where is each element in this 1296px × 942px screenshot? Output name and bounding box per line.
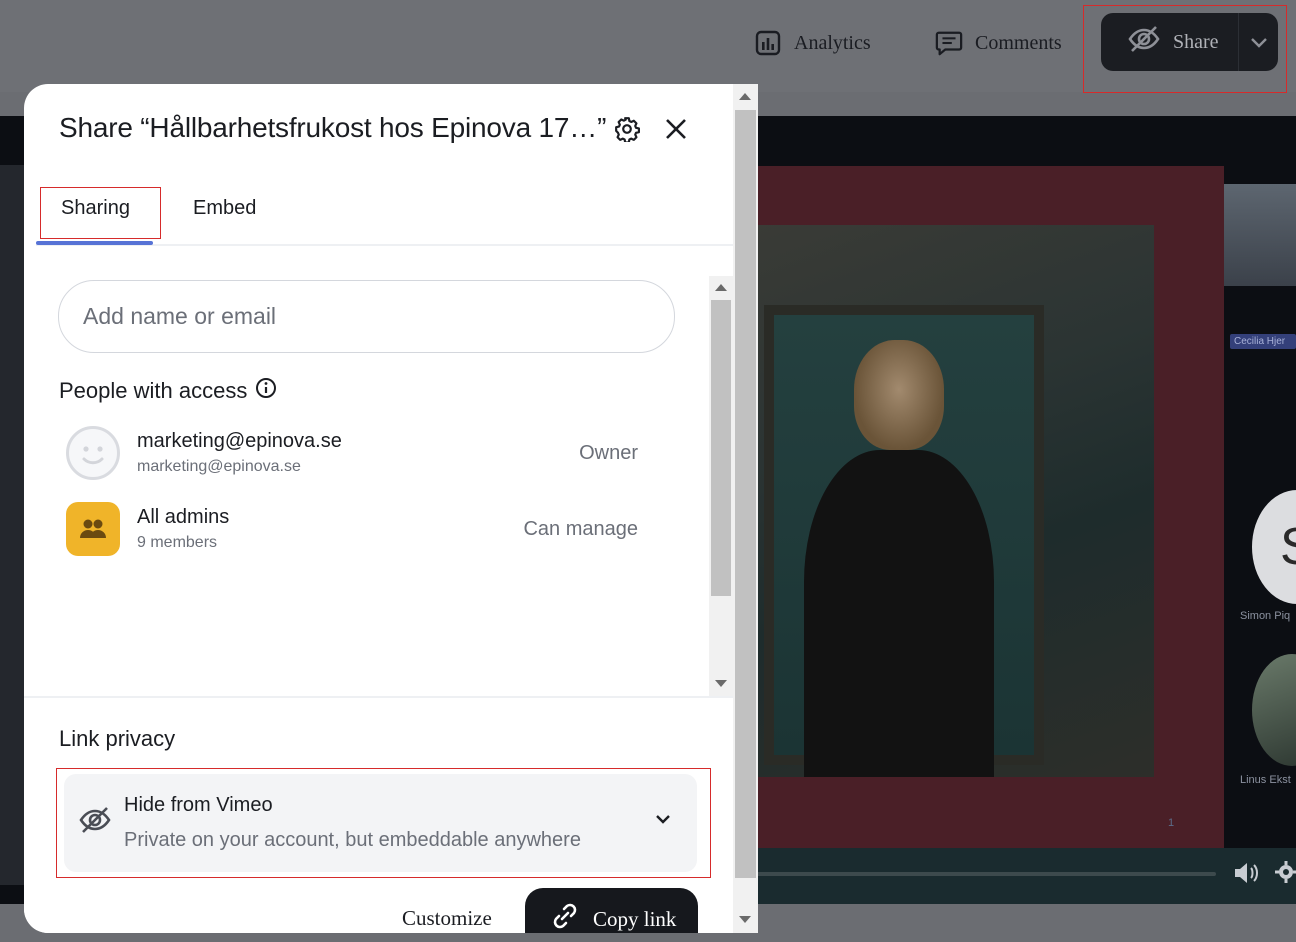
scrollbar-thumb[interactable]	[735, 110, 756, 878]
share-label: Share	[1173, 30, 1219, 53]
access-row-owner: marketing@epinova.se marketing@epinova.s…	[66, 426, 656, 482]
group-role-dropdown[interactable]: Can manage	[523, 518, 638, 541]
privacy-option-description: Private on your account, but embeddable …	[124, 829, 581, 851]
info-icon[interactable]	[255, 377, 277, 405]
link-icon	[549, 900, 581, 933]
eye-slash-icon	[78, 805, 112, 840]
people-panel: People with access marketing@epinova.se …	[24, 276, 733, 696]
active-tab-indicator	[36, 241, 153, 245]
group-avatar	[66, 502, 120, 556]
scroll-up-arrow[interactable]	[739, 93, 751, 100]
smiley-avatar-icon	[82, 446, 104, 465]
participant-name-chip: Cecilia Hjer	[1230, 334, 1296, 349]
participant-avatar-initial: S	[1252, 490, 1296, 604]
share-dialog: Share “Hållbarhetsfrukost hos Epinova 17…	[24, 84, 758, 933]
eye-slash-icon	[1127, 24, 1161, 60]
copy-link-button[interactable]: Copy link	[525, 888, 698, 933]
link-privacy-section: Link privacy Hide from Vimeo Private on …	[24, 696, 733, 933]
player-left-edge	[0, 165, 26, 885]
access-row-admins: All admins 9 members Can manage	[66, 502, 656, 558]
comments-icon	[935, 29, 963, 57]
dialog-tabs: Sharing Embed	[36, 184, 733, 246]
copy-link-label: Copy link	[593, 906, 677, 931]
dialog-scrollbar[interactable]	[733, 84, 758, 933]
share-button[interactable]: Share	[1101, 13, 1278, 71]
analytics-icon	[754, 29, 782, 57]
progress-bar[interactable]	[740, 872, 1216, 876]
people-scrollbar[interactable]	[709, 276, 733, 696]
volume-icon[interactable]	[1232, 860, 1260, 891]
scrollbar-thumb[interactable]	[711, 300, 731, 596]
customize-button[interactable]: Customize	[402, 906, 492, 931]
people-with-access-heading: People with access	[59, 377, 277, 405]
link-privacy-heading: Link privacy	[59, 726, 176, 751]
analytics-button[interactable]: Analytics	[754, 28, 871, 58]
privacy-option-label: Hide from Vimeo	[124, 794, 273, 816]
tab-embed[interactable]: Embed	[193, 197, 256, 220]
chevron-down-icon	[1250, 31, 1268, 54]
share-main-action[interactable]: Share	[1101, 13, 1238, 71]
player-settings-icon[interactable]	[1274, 860, 1296, 889]
group-name: All admins	[137, 506, 230, 528]
group-members-count: 9 members	[137, 534, 218, 551]
share-dropdown-toggle[interactable]	[1239, 31, 1278, 54]
chevron-down-icon	[654, 812, 672, 830]
add-name-or-email-input[interactable]	[58, 280, 675, 353]
privacy-select[interactable]: Hide from Vimeo Private on your account,…	[64, 774, 697, 872]
scroll-up-arrow[interactable]	[715, 284, 727, 291]
tab-sharing[interactable]: Sharing	[61, 197, 130, 220]
gear-icon	[614, 116, 640, 147]
group-icon	[80, 519, 106, 538]
slide-number: 1	[1168, 817, 1175, 829]
dialog-settings-button[interactable]	[612, 116, 642, 146]
dialog-title: Share “Hållbarhetsfrukost hos Epinova 17…	[59, 112, 607, 143]
participant-name-3: Linus Ekst	[1240, 774, 1291, 786]
person-email: marketing@epinova.se	[137, 458, 301, 475]
player-controls	[740, 848, 1296, 904]
comments-label: Comments	[975, 31, 1062, 54]
photo-person-body	[804, 450, 994, 777]
dialog-close-button[interactable]	[661, 116, 691, 146]
people-with-access-label: People with access	[59, 378, 248, 403]
participant-thumbnails: Cecilia Hjer S Simon Piq Linus Ekst	[1224, 184, 1296, 804]
participant-video-1	[1224, 184, 1296, 286]
avatar	[66, 426, 120, 480]
participant-name-2: Simon Piq	[1240, 610, 1291, 622]
close-icon	[664, 117, 688, 146]
participant-avatar-photo	[1252, 654, 1296, 766]
person-role: Owner	[579, 442, 638, 464]
speaker-photo	[744, 225, 1154, 777]
person-name: marketing@epinova.se	[137, 430, 342, 452]
comments-button[interactable]: Comments	[935, 28, 1062, 58]
scroll-down-arrow[interactable]	[715, 680, 727, 687]
scroll-down-arrow[interactable]	[739, 916, 751, 923]
photo-person-head	[854, 340, 944, 450]
analytics-label: Analytics	[794, 31, 871, 54]
